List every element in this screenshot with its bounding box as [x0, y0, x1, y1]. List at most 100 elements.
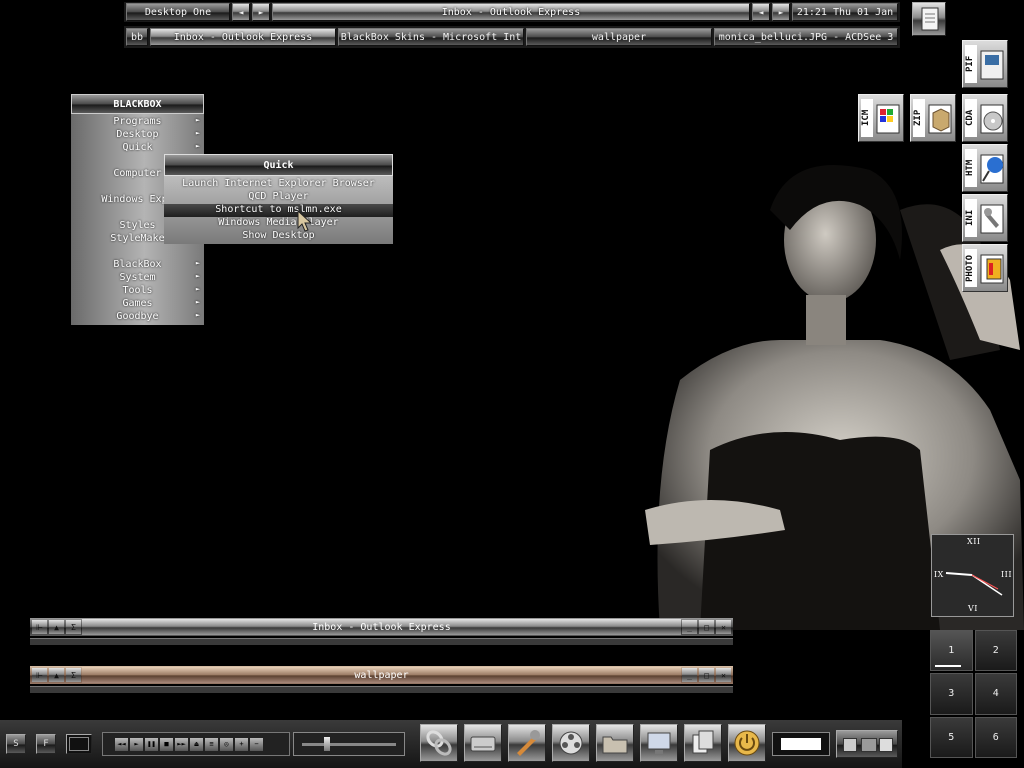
volume-up-icon[interactable]: +	[235, 737, 248, 751]
icm-file-icon[interactable]: ICM	[858, 94, 904, 142]
prev-window-button[interactable]: ◄	[752, 3, 770, 21]
documents-icon[interactable]	[684, 724, 722, 762]
prev-workspace-button[interactable]: ◄	[232, 3, 250, 21]
quick-item-mslmn[interactable]: Shortcut to mslmn.exe	[164, 204, 393, 217]
ini-file-icon[interactable]: INI	[962, 194, 1008, 242]
maximize-icon[interactable]: □	[699, 668, 714, 682]
clock-label: 21:21 Thu 01 Jan	[792, 3, 898, 21]
screen-icon	[69, 737, 89, 751]
current-window-label[interactable]: Inbox - Outlook Express	[272, 3, 750, 21]
close-icon[interactable]: ✕	[716, 668, 731, 682]
menu-item-label: Tools	[122, 285, 153, 296]
icon-label: ICM	[861, 99, 873, 137]
close-icon[interactable]: ✕	[716, 620, 731, 634]
bb-button[interactable]: bb	[126, 28, 148, 46]
icon-label: PHOTO	[965, 249, 977, 287]
window-resize-grip[interactable]	[30, 638, 733, 645]
menu-item-label: Windows Expl	[101, 194, 174, 205]
icon-label: ZIP	[913, 99, 925, 137]
repeat-icon[interactable]: ◎	[220, 737, 233, 751]
f-button[interactable]: F	[36, 734, 56, 754]
icon-label: HTM	[965, 149, 977, 187]
tray-app-icon[interactable]	[843, 738, 857, 752]
workspace-4-button[interactable]: 4	[974, 673, 1017, 715]
play-icon[interactable]: ►	[130, 737, 143, 751]
workspace-label[interactable]: Desktop One	[126, 3, 230, 21]
next-workspace-button[interactable]: ►	[252, 3, 270, 21]
window-menu-icon[interactable]: ⊩	[32, 620, 47, 634]
sticky-icon[interactable]: Σ	[66, 668, 81, 682]
tray-input-field[interactable]	[781, 738, 821, 750]
volume-slider[interactable]	[293, 732, 405, 756]
window-titlebar[interactable]: ⊩ ▲ Σ Inbox - Outlook Express _ □ ✕	[30, 618, 733, 636]
stop-icon[interactable]: ■	[160, 737, 173, 751]
sticky-icon[interactable]: Σ	[66, 620, 81, 634]
volume-down-icon[interactable]: −	[250, 737, 263, 751]
menu-item-desktop[interactable]: Desktop ►	[71, 129, 204, 142]
tray-app-icon[interactable]	[879, 738, 893, 752]
workspace-1-button[interactable]: 1	[930, 630, 973, 672]
menu-item-label: Games	[122, 298, 153, 309]
quick-item-wmp[interactable]: Windows Media Player	[164, 217, 393, 230]
photo-file-icon[interactable]: PHOTO	[962, 244, 1008, 292]
quick-item-qcd[interactable]: QCD Player	[164, 191, 393, 204]
folder-icon[interactable]	[596, 724, 634, 762]
eject-icon[interactable]: ⏏	[190, 737, 203, 751]
minimize-icon[interactable]: _	[682, 668, 697, 682]
next-window-button[interactable]: ►	[772, 3, 790, 21]
menu-item-label: Styles	[119, 220, 156, 231]
menu-item-tools[interactable]: Tools ►	[71, 285, 204, 298]
menu-item-blackbox[interactable]: BlackBox ►	[71, 259, 204, 272]
window-wallpaper: ⊩ ▲ Σ wallpaper _ □ ✕	[30, 666, 733, 693]
tray-app-icon[interactable]	[861, 738, 877, 752]
shade-icon[interactable]: ▲	[49, 620, 64, 634]
drive-icon[interactable]	[464, 724, 502, 762]
window-resize-grip[interactable]	[30, 686, 733, 693]
film-icon[interactable]	[552, 724, 590, 762]
s-button[interactable]: S	[6, 734, 26, 754]
tray-input[interactable]	[772, 732, 830, 756]
tools-icon[interactable]	[508, 724, 546, 762]
menu-item-games[interactable]: Games ►	[71, 298, 204, 311]
menu-title: BLACKBOX	[71, 94, 204, 114]
monitor-icon[interactable]	[640, 724, 678, 762]
maximize-icon[interactable]: □	[699, 620, 714, 634]
task-item[interactable]: Inbox - Outlook Express	[150, 28, 336, 46]
submenu-arrow-icon: ►	[195, 311, 200, 319]
zip-file-icon[interactable]: ZIP	[910, 94, 956, 142]
workspace-2-button[interactable]: 2	[974, 630, 1017, 672]
menu-item-goodbye[interactable]: Goodbye ►	[71, 311, 204, 324]
workspace-3-button[interactable]: 3	[930, 673, 973, 715]
menu-item-label: Quick	[122, 142, 153, 153]
system-tray	[836, 730, 898, 758]
power-icon[interactable]	[728, 724, 766, 762]
task-bar: bb Inbox - Outlook Express BlackBox Skin…	[124, 26, 900, 48]
rewind-icon[interactable]: ◄◄	[115, 737, 128, 751]
pause-icon[interactable]: ❚❚	[145, 737, 158, 751]
pif-file-icon[interactable]: PIF	[962, 40, 1008, 88]
quick-item-ie[interactable]: Launch Internet Explorer Browser	[164, 178, 393, 191]
forward-icon[interactable]: ►►	[175, 737, 188, 751]
cda-file-icon[interactable]: CDA	[962, 94, 1008, 142]
htm-file-icon[interactable]: HTM	[962, 144, 1008, 192]
task-item[interactable]: monica_belluci.JPG - ACDSee 3	[714, 28, 898, 46]
task-item[interactable]: wallpaper	[526, 28, 712, 46]
menu-item-programs[interactable]: Programs ►	[71, 116, 204, 129]
display-button[interactable]	[66, 734, 92, 754]
menu-item-label: Computer	[113, 168, 162, 179]
playlist-icon[interactable]: ≡	[205, 737, 218, 751]
slider-thumb[interactable]	[324, 737, 330, 751]
workspace-5-button[interactable]: 5	[930, 716, 973, 758]
task-item[interactable]: BlackBox Skins - Microsoft Int	[338, 28, 524, 46]
menu-item-system[interactable]: System ►	[71, 272, 204, 285]
window-titlebar[interactable]: ⊩ ▲ Σ wallpaper _ □ ✕	[30, 666, 733, 684]
note-icon[interactable]	[912, 2, 946, 36]
shade-icon[interactable]: ▲	[49, 668, 64, 682]
submenu-arrow-icon: ►	[195, 285, 200, 293]
chain-icon[interactable]	[420, 724, 458, 762]
workspace-6-button[interactable]: 6	[974, 716, 1017, 758]
window-menu-icon[interactable]: ⊩	[32, 668, 47, 682]
quick-item-show-desktop[interactable]: Show Desktop	[164, 230, 393, 243]
minimize-icon[interactable]: _	[682, 620, 697, 634]
icon-label: INI	[965, 199, 977, 237]
